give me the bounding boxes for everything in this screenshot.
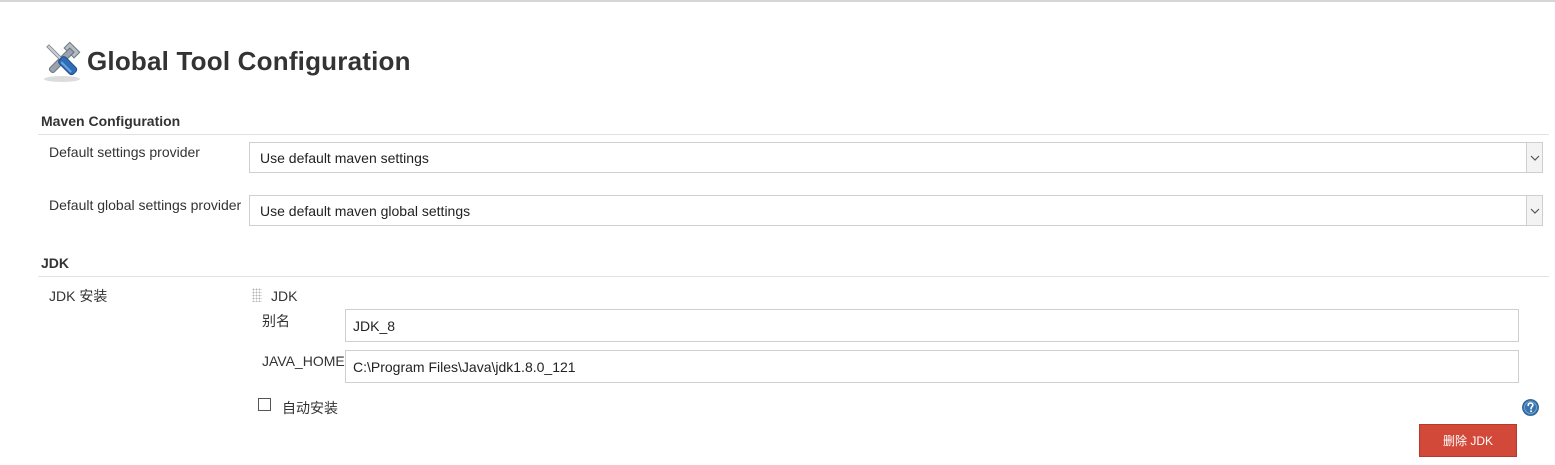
jdk-block-title: JDK — [271, 288, 298, 304]
default-settings-provider-value: Use default maven settings — [260, 150, 429, 166]
default-global-settings-provider-select[interactable]: Use default maven global settings — [249, 195, 1543, 226]
default-global-settings-provider-value: Use default maven global settings — [260, 203, 471, 219]
page-header: Global Tool Configuration — [38, 38, 411, 84]
jdk-section-divider — [38, 276, 1549, 277]
maven-section-title: Maven Configuration — [41, 113, 181, 129]
default-settings-provider-label: Default settings provider — [49, 144, 200, 160]
java-home-label: JAVA_HOME — [262, 353, 345, 369]
auto-install-checkbox[interactable] — [258, 398, 271, 411]
chevron-down-icon[interactable] — [1526, 196, 1542, 225]
auto-install-label[interactable]: 自动安装 — [282, 398, 338, 418]
delete-jdk-button[interactable]: 删除 JDK — [1419, 424, 1517, 457]
help-icon[interactable] — [1522, 399, 1539, 416]
page-title: Global Tool Configuration — [87, 45, 411, 76]
chevron-down-icon[interactable] — [1526, 143, 1542, 172]
alias-label: 别名 — [262, 313, 290, 329]
tools-icon — [38, 38, 86, 84]
jdk-section-title: JDK — [41, 255, 70, 271]
maven-section-divider — [38, 134, 1549, 135]
alias-input[interactable] — [345, 309, 1519, 342]
jdk-installations-label: JDK 安装 — [49, 288, 108, 304]
top-border — [0, 0, 1555, 2]
drag-handle-icon[interactable] — [252, 288, 262, 302]
default-global-settings-provider-label: Default global settings provider — [49, 197, 242, 213]
default-settings-provider-select[interactable]: Use default maven settings — [249, 142, 1543, 173]
java-home-input[interactable] — [345, 350, 1519, 383]
